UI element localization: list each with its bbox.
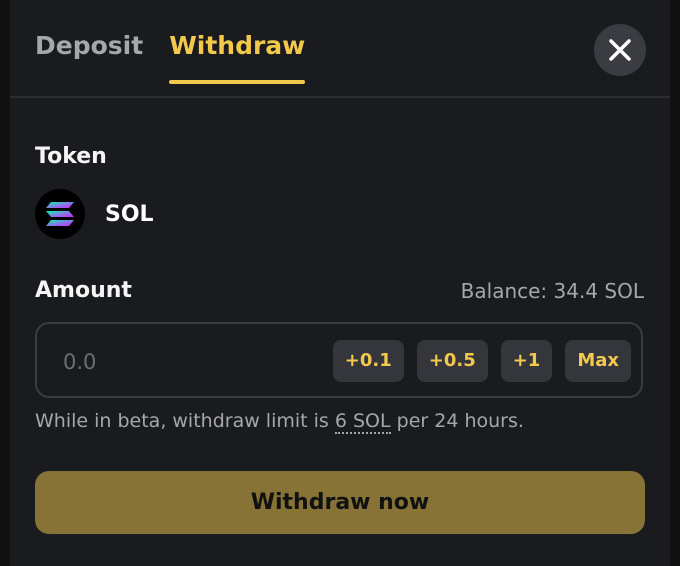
close-icon (609, 39, 631, 61)
tab-deposit[interactable]: Deposit (35, 30, 143, 84)
withdraw-now-button[interactable]: Withdraw now (35, 471, 645, 534)
amount-field: +0.1 +0.5 +1 Max (35, 322, 643, 398)
note-suffix: per 24 hours. (390, 410, 524, 432)
add-0.1-button[interactable]: +0.1 (332, 340, 404, 382)
close-button[interactable] (594, 24, 646, 76)
token-label: Token (35, 144, 107, 169)
quick-amount-buttons: +0.1 +0.5 +1 Max (332, 340, 631, 382)
withdraw-limit-note: While in beta, withdraw limit is 6 SOL p… (35, 410, 524, 434)
max-button[interactable]: Max (565, 340, 631, 382)
add-0.5-button[interactable]: +0.5 (416, 340, 488, 382)
amount-input[interactable] (61, 344, 325, 380)
balance-text: Balance: 34.4 SOL (460, 279, 644, 303)
note-prefix: While in beta, withdraw limit is (35, 410, 335, 432)
add-1-button[interactable]: +1 (500, 340, 553, 382)
token-name: SOL (105, 201, 154, 227)
solana-icon (35, 189, 85, 239)
withdraw-panel: Deposit Withdraw Token SOL Amount Balanc… (10, 0, 670, 566)
tab-bar: Deposit Withdraw (35, 30, 306, 84)
withdraw-limit-value[interactable]: 6 SOL (334, 410, 391, 434)
amount-label: Amount (35, 278, 132, 303)
token-selector[interactable]: SOL (35, 189, 154, 239)
tab-withdraw[interactable]: Withdraw (169, 30, 306, 84)
header-divider (10, 96, 670, 98)
